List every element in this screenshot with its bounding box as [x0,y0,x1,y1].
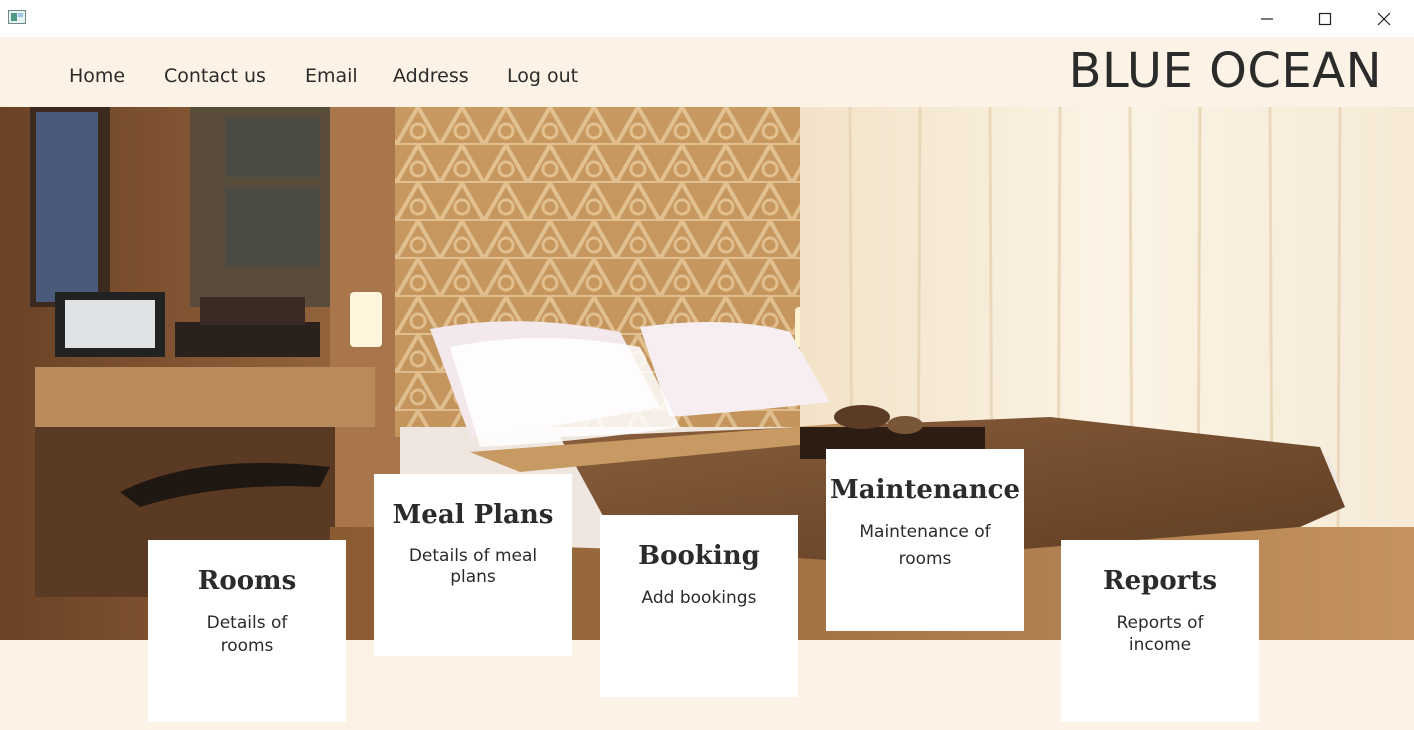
card-title: Rooms [197,566,297,596]
card-meal-plans[interactable]: Meal Plans Details of meal plans [374,474,572,656]
window-title-bar [0,0,1414,37]
nav-logout-link[interactable]: Log out [507,65,578,87]
nav-contact-link[interactable]: Contact us [164,65,266,87]
nav-home-link[interactable]: Home [69,65,125,87]
card-booking[interactable]: Booking Add bookings [600,515,798,697]
minimize-icon [1261,17,1273,20]
card-description: Reports of income [1116,613,1204,655]
card-maintenance[interactable]: Maintenance Maintenance of rooms [826,449,1024,631]
card-rooms[interactable]: Rooms Details of rooms [148,540,346,722]
close-icon [1377,12,1391,25]
card-description: Details of meal plans [408,546,538,587]
brand-title: BLUE OCEAN [1068,43,1382,99]
card-description: Maintenance of rooms [859,522,991,569]
nav-email-link[interactable]: Email [305,65,358,87]
card-title: Meal Plans [392,500,554,530]
nav-address-link[interactable]: Address [393,65,469,87]
card-description: Details of rooms [206,613,288,656]
card-title: Maintenance [830,475,1020,505]
card-reports[interactable]: Reports Reports of income [1061,540,1259,722]
card-description: Add bookings [641,588,757,608]
card-title: Booking [638,541,760,571]
close-button[interactable] [1355,0,1413,37]
minimize-button[interactable] [1238,0,1296,37]
maximize-button[interactable] [1296,0,1354,37]
top-navigation: Home Contact us Email Address Log out BL… [0,37,1414,107]
app-window-icon [8,10,26,24]
maximize-icon [1318,12,1332,25]
card-title: Reports [1102,566,1218,596]
